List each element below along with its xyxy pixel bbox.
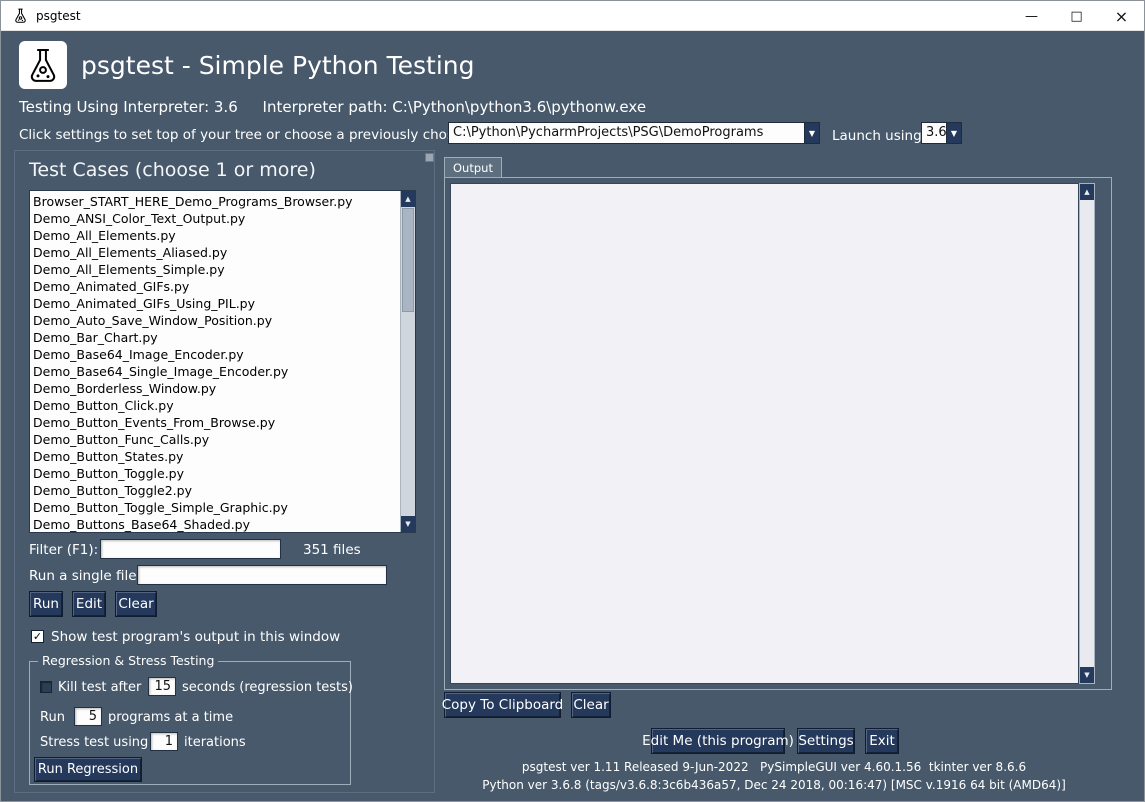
list-item[interactable]: Browser_START_HERE_Demo_Programs_Browser…: [33, 193, 400, 210]
list-item[interactable]: Demo_Button_Click.py: [33, 397, 400, 414]
kill-test-label: Kill test after: [58, 680, 141, 695]
check-icon: ✓: [33, 630, 42, 643]
flask-icon: [23, 45, 63, 85]
panel-grip: [425, 153, 434, 162]
scroll-up-icon: ▲: [405, 195, 410, 203]
filter-label: Filter (F1):: [29, 542, 98, 558]
stress-test-label: Stress test using: [40, 735, 148, 750]
edit-me-button[interactable]: Edit Me (this program): [651, 728, 785, 754]
folder-combo-dropdown-button[interactable]: ▼: [804, 123, 819, 143]
listbox-scrollbar[interactable]: ▲ ▼: [400, 191, 415, 532]
kill-seconds-input[interactable]: [148, 677, 176, 696]
titlebar: psgtest — □ ×: [1, 1, 1144, 31]
clear-button[interactable]: Clear: [115, 591, 157, 617]
edit-button[interactable]: Edit: [72, 591, 106, 617]
tab-output[interactable]: Output: [444, 157, 502, 177]
version-line-1: psgtest ver 1.11 Released 9-Jun-2022 PyS…: [424, 760, 1124, 774]
list-item[interactable]: Demo_All_Elements.py: [33, 227, 400, 244]
scroll-down-button[interactable]: ▼: [1080, 667, 1094, 683]
list-item[interactable]: Demo_Button_Toggle_Simple_Graphic.py: [33, 499, 400, 516]
launch-version-combo[interactable]: 3.6 ▼: [921, 122, 962, 144]
folder-instructions-label: Click settings to set top of your tree o…: [19, 127, 514, 143]
folder-combo-value[interactable]: C:\Python\PycharmProjects\PSG\DemoProgra…: [449, 123, 804, 143]
folder-combo[interactable]: C:\Python\PycharmProjects\PSG\DemoProgra…: [448, 122, 820, 144]
kill-suffix-label: seconds (regression tests): [182, 680, 353, 695]
copy-to-clipboard-button[interactable]: Copy To Clipboard: [444, 692, 561, 718]
output-clear-button[interactable]: Clear: [571, 692, 611, 718]
run-button[interactable]: Run: [29, 591, 63, 617]
flask-app-icon: [12, 7, 29, 24]
run-count-label: Run: [40, 710, 65, 725]
scroll-down-icon: ▼: [1084, 671, 1089, 679]
launch-combo-dropdown-button[interactable]: ▼: [946, 123, 961, 143]
list-item[interactable]: Demo_Button_Func_Calls.py: [33, 431, 400, 448]
list-item[interactable]: Demo_Button_States.py: [33, 448, 400, 465]
single-file-label: Run a single file:: [29, 568, 141, 584]
interpreter-version-label: Testing Using Interpreter: 3.6: [19, 98, 238, 116]
scroll-up-button[interactable]: ▲: [1080, 184, 1094, 200]
exit-button[interactable]: Exit: [865, 728, 899, 754]
list-item[interactable]: Demo_Button_Events_From_Browse.py: [33, 414, 400, 431]
app-window: psgtest — □ × psgtest - Simple Python Te…: [0, 0, 1145, 802]
list-item[interactable]: Demo_Button_Toggle.py: [33, 465, 400, 482]
window-controls: — □ ×: [1009, 1, 1144, 31]
regression-group-title: Regression & Stress Testing: [38, 653, 218, 668]
run-suffix-label: programs at a time: [108, 710, 233, 725]
window-title: psgtest: [36, 9, 81, 23]
list-item[interactable]: Demo_Base64_Image_Encoder.py: [33, 346, 400, 363]
test-cases-list: Browser_START_HERE_Demo_Programs_Browser…: [30, 191, 400, 532]
interpreter-line: Testing Using Interpreter: 3.6 Interpret…: [19, 98, 646, 116]
output-scrollbar[interactable]: ▲ ▼: [1079, 183, 1095, 684]
close-button[interactable]: ×: [1099, 1, 1144, 31]
launch-version-value[interactable]: 3.6: [922, 123, 946, 143]
chevron-down-icon: ▼: [809, 129, 815, 138]
list-item[interactable]: Demo_Borderless_Window.py: [33, 380, 400, 397]
scroll-down-button[interactable]: ▼: [401, 516, 415, 532]
kill-test-checkbox[interactable]: [40, 681, 52, 693]
scrollbar-thumb[interactable]: [402, 208, 414, 312]
version-line-2: Python ver 3.6.8 (tags/v3.6.8:3c6b436a57…: [424, 778, 1124, 792]
filter-input[interactable]: [100, 539, 281, 559]
settings-button[interactable]: Settings: [797, 728, 855, 754]
interpreter-path-label: Interpreter path: C:\Python\python3.6\py…: [263, 98, 647, 116]
single-file-input[interactable]: [137, 565, 387, 585]
minimize-icon: —: [1025, 9, 1038, 24]
list-item[interactable]: Demo_ANSI_Color_Text_Output.py: [33, 210, 400, 227]
page-title: psgtest - Simple Python Testing: [81, 51, 475, 80]
run-count-input[interactable]: [74, 707, 102, 726]
list-item[interactable]: Demo_Animated_GIFs.py: [33, 278, 400, 295]
show-output-label: Show test program's output in this windo…: [51, 629, 340, 645]
maximize-icon: □: [1070, 9, 1082, 24]
list-item[interactable]: Demo_Base64_Single_Image_Encoder.py: [33, 363, 400, 380]
launch-using-label: Launch using: [832, 128, 922, 144]
close-icon: ×: [1115, 7, 1128, 26]
list-item[interactable]: Demo_Bar_Chart.py: [33, 329, 400, 346]
flask-logo-badge: [19, 41, 67, 89]
list-item[interactable]: Demo_Animated_GIFs_Using_PIL.py: [33, 295, 400, 312]
list-item[interactable]: Demo_Auto_Save_Window_Position.py: [33, 312, 400, 329]
test-cases-listbox[interactable]: Browser_START_HERE_Demo_Programs_Browser…: [29, 190, 416, 533]
show-output-checkbox[interactable]: ✓: [31, 630, 44, 643]
file-count-label: 351 files: [303, 542, 361, 558]
list-item[interactable]: Demo_All_Elements_Simple.py: [33, 261, 400, 278]
regression-groupbox: Regression & Stress Testing Kill test af…: [29, 661, 351, 785]
output-multiline[interactable]: [450, 183, 1079, 684]
list-item[interactable]: Demo_All_Elements_Aliased.py: [33, 244, 400, 261]
stress-iterations-input[interactable]: [150, 732, 178, 751]
run-regression-button[interactable]: Run Regression: [34, 757, 142, 782]
stress-suffix-label: iterations: [184, 735, 246, 750]
minimize-button[interactable]: —: [1009, 1, 1054, 31]
maximize-button[interactable]: □: [1054, 1, 1099, 31]
test-cases-title: Test Cases (choose 1 or more): [29, 159, 316, 181]
scroll-up-button[interactable]: ▲: [401, 191, 415, 207]
scroll-up-icon: ▲: [1084, 188, 1089, 196]
scroll-down-icon: ▼: [405, 520, 410, 528]
list-item[interactable]: Demo_Buttons_Base64_Shaded.py: [33, 516, 400, 532]
list-item[interactable]: Demo_Button_Toggle2.py: [33, 482, 400, 499]
chevron-down-icon: ▼: [951, 129, 957, 138]
